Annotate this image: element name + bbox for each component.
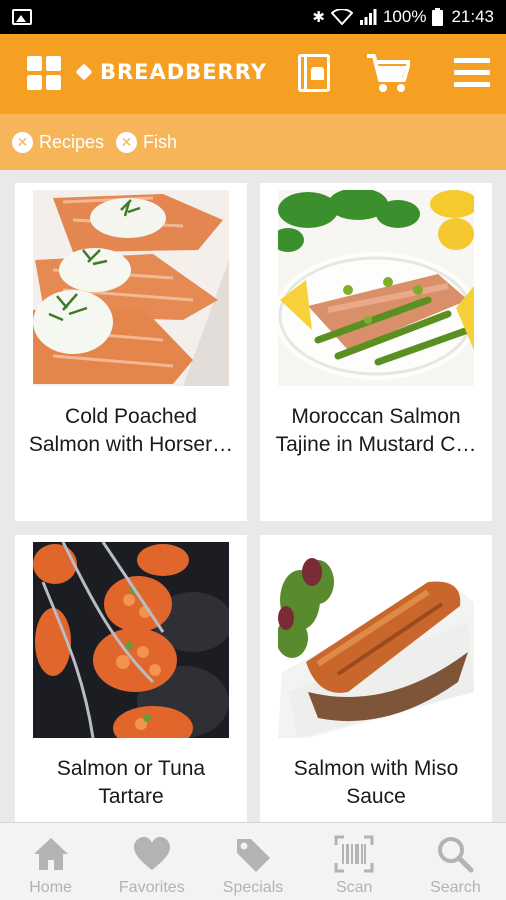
- bluetooth-icon: ✱: [312, 8, 325, 26]
- clock: 21:43: [451, 7, 494, 26]
- recipe-card[interactable]: Salmon or Tuna Tartare: [15, 535, 247, 822]
- menu-icon[interactable]: [454, 58, 490, 88]
- battery-icon: [432, 8, 444, 26]
- nav-scan[interactable]: Scan: [304, 823, 405, 900]
- nav-specials[interactable]: Specials: [202, 823, 303, 900]
- filter-chip-recipes[interactable]: ✕ Recipes: [12, 131, 105, 153]
- app-bar: BREADBERRY: [0, 34, 506, 114]
- recipe-book-icon[interactable]: [298, 54, 330, 92]
- bottom-nav: Home Favorites Specials Scan Search: [0, 822, 506, 900]
- recipe-title: Moroccan Salmon Tajine in Mustard C…: [275, 405, 477, 456]
- nav-label: Search: [430, 879, 481, 896]
- filter-chip-label: Recipes: [39, 131, 105, 152]
- recipe-photo-moroccan-salmon-tajine: [278, 190, 474, 386]
- recipe-card[interactable]: Salmon with Miso Sauce: [260, 535, 492, 822]
- nav-home[interactable]: Home: [0, 823, 101, 900]
- heart-icon: [133, 837, 170, 870]
- nav-label: Favorites: [118, 879, 185, 896]
- nav-label: Home: [29, 879, 72, 896]
- wifi-icon: [330, 9, 353, 25]
- nav-label: Specials: [222, 879, 284, 896]
- grid-icon[interactable]: [27, 56, 61, 90]
- recipe-card[interactable]: Cold Poached Salmon with Horser…: [15, 183, 247, 521]
- gallery-icon: [12, 9, 32, 25]
- nav-label: Scan: [335, 879, 373, 896]
- filter-chip-fish[interactable]: ✕ Fish: [116, 131, 178, 153]
- signal-icon: [359, 9, 377, 25]
- status-bar: ✱ 100% 21:43: [0, 0, 506, 34]
- battery-percent: 100%: [382, 7, 427, 26]
- recipe-title: Salmon or Tuna Tartare: [56, 757, 206, 808]
- recipe-title: Salmon with Miso Sauce: [293, 757, 459, 808]
- close-icon[interactable]: ✕: [116, 131, 138, 153]
- brand-logo[interactable]: BREADBERRY: [75, 60, 267, 84]
- brand-name: BREADBERRY: [100, 60, 267, 84]
- recipe-card[interactable]: Moroccan Salmon Tajine in Mustard C…: [260, 183, 492, 521]
- home-icon: [33, 838, 68, 870]
- cart-icon[interactable]: [366, 52, 410, 94]
- barcode-scan-icon: [334, 835, 374, 873]
- recipe-photo-salmon-tuna-tartare: [33, 542, 229, 738]
- recipe-photo-salmon-miso-sauce: [278, 542, 474, 738]
- brand-diamond-icon: [75, 63, 93, 81]
- filter-chip-label: Fish: [143, 131, 178, 152]
- filter-bar: ✕ Recipes ✕ Fish: [0, 114, 506, 170]
- recipe-title: Cold Poached Salmon with Horser…: [28, 405, 234, 456]
- tag-icon: [237, 839, 270, 872]
- nav-favorites[interactable]: Favorites: [101, 823, 202, 900]
- search-icon: [438, 837, 474, 873]
- recipe-photo-cold-poached-salmon: [33, 190, 229, 386]
- nav-search[interactable]: Search: [405, 823, 506, 900]
- close-icon[interactable]: ✕: [12, 131, 33, 153]
